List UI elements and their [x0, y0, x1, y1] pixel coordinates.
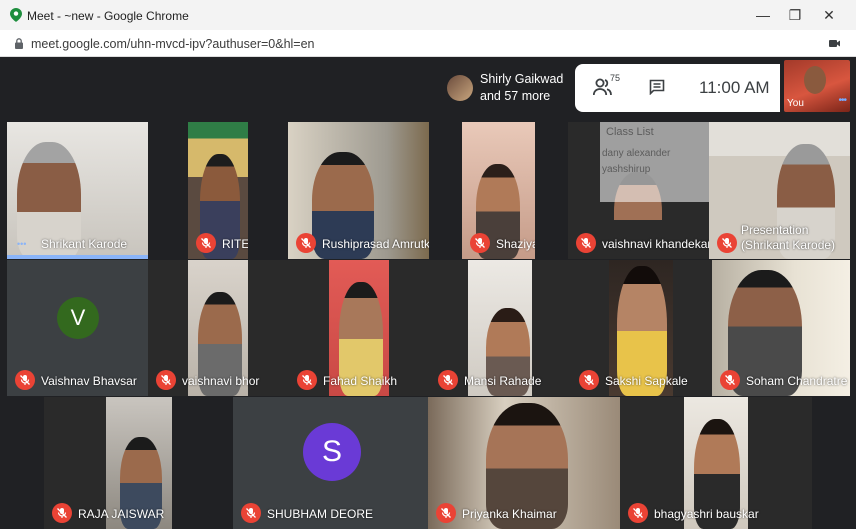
- muted-mic-icon: [15, 370, 35, 390]
- presenter-others: and 57 more: [480, 89, 551, 103]
- speaking-indicator-icon: •••: [17, 239, 27, 249]
- participant-name: bhagyashri bauskar: [654, 507, 759, 521]
- presentation-tile[interactable]: Presentation (Shrikant Karode): [709, 122, 850, 259]
- people-count: 75: [610, 73, 621, 83]
- meet-toolbox: 75 11:00 AM: [575, 64, 780, 112]
- participant-name: RAJA JAISWAR: [78, 507, 165, 521]
- presenter-name: Shirly Gaikwad: [480, 72, 564, 86]
- participant-name: Shrikant Karode: [41, 237, 128, 251]
- participant-name: Fahad Shaikh: [323, 374, 398, 388]
- muted-mic-icon: [436, 503, 456, 523]
- presenter-chip[interactable]: Shirly Gaikwad and 57 more: [444, 64, 574, 112]
- participant-name: vaishnavi khandekar: [602, 237, 709, 251]
- presenter-avatar: [447, 75, 473, 101]
- muted-mic-icon: [156, 370, 176, 390]
- participant-name: Priyanka Khaimar: [462, 507, 557, 521]
- lock-icon: [15, 38, 23, 49]
- participant-tile[interactable]: Priyanka Khaimar: [428, 397, 620, 529]
- participant-tile[interactable]: Shaziya Khan: [462, 122, 535, 259]
- participant-tile[interactable]: V Vaishnav Bhavsar: [7, 260, 148, 396]
- participant-name: Sakshi Sapkale: [605, 374, 688, 388]
- participant-name: Soham Chandratre: [746, 374, 848, 388]
- overlay-line: Class List: [606, 126, 654, 138]
- active-speaker-bar: [7, 255, 148, 259]
- overlay-line: yashshirup: [602, 164, 651, 175]
- muted-mic-icon: [52, 503, 72, 523]
- muted-mic-icon: [628, 503, 648, 523]
- participant-name: Shaziya Khan: [496, 237, 535, 251]
- browser-titlebar: Meet - ~new - Google Chrome — ❐ ✕: [0, 0, 856, 30]
- meet-call-area: Shirly Gaikwad and 57 more 75 11:00 AM Y…: [0, 57, 856, 529]
- minimize-button[interactable]: —: [746, 2, 780, 28]
- participant-tile[interactable]: Mansi Rahade: [430, 260, 571, 396]
- participant-tile[interactable]: ••• Shrikant Karode: [7, 122, 148, 259]
- muted-mic-icon: [717, 233, 737, 253]
- participant-tile[interactable]: RITESH 01 PAWAR: [188, 122, 248, 259]
- participant-tile[interactable]: bhagyashri bauskar: [620, 397, 812, 529]
- participant-tile[interactable]: Class List dany alexander yashshirup vai…: [568, 122, 709, 259]
- address-bar[interactable]: meet.google.com/uhn-mvcd-ipv?authuser=0&…: [0, 30, 856, 57]
- participant-name: Mansi Rahade: [464, 374, 542, 388]
- participant-name: Rushiprasad Amrutkar: [322, 237, 429, 251]
- audio-level-icon: •••: [838, 95, 846, 106]
- muted-mic-icon: [196, 233, 216, 253]
- overlay-line: dany alexander: [602, 148, 671, 159]
- participant-name: vaishnavi bhor: [182, 374, 260, 388]
- muted-mic-icon: [297, 370, 317, 390]
- muted-mic-icon: [720, 370, 740, 390]
- participant-tile[interactable]: Rushiprasad Amrutkar: [288, 122, 429, 259]
- camera-icon[interactable]: [829, 39, 840, 48]
- muted-mic-icon: [579, 370, 599, 390]
- self-view-tile[interactable]: You •••: [784, 60, 850, 112]
- muted-mic-icon: [576, 233, 596, 253]
- participant-name: RITESH 01 PAWAR: [222, 237, 248, 251]
- muted-mic-icon: [241, 503, 261, 523]
- chat-icon[interactable]: [649, 79, 665, 95]
- participant-name: SHUBHAM DEORE: [267, 507, 374, 521]
- participant-tile[interactable]: S SHUBHAM DEORE: [233, 397, 430, 529]
- close-button[interactable]: ✕: [812, 2, 846, 28]
- presentation-overlay: Class List dany alexander yashshirup: [600, 122, 709, 202]
- meet-top-bar: Shirly Gaikwad and 57 more 75 11:00 AM Y…: [0, 57, 856, 119]
- muted-mic-icon: [438, 370, 458, 390]
- window-title: Meet - ~new - Google Chrome: [27, 9, 189, 23]
- avatar-initial: V: [57, 297, 99, 339]
- participant-name: Vaishnav Bhavsar: [41, 374, 137, 388]
- participant-tile[interactable]: Fahad Shaikh: [289, 260, 430, 396]
- self-label: You: [787, 98, 804, 109]
- participant-tile[interactable]: RAJA JAISWAR: [44, 397, 172, 529]
- meeting-clock: 11:00 AM: [699, 78, 770, 97]
- participant-tile[interactable]: Sakshi Sapkale: [571, 260, 712, 396]
- presentation-owner: (Shrikant Karode): [741, 238, 836, 252]
- muted-mic-icon: [296, 233, 316, 253]
- participant-tile[interactable]: vaishnavi bhor: [148, 260, 289, 396]
- avatar-initial: S: [303, 423, 361, 481]
- location-pin-icon: [10, 8, 22, 22]
- restore-button[interactable]: ❐: [778, 2, 812, 28]
- muted-mic-icon: [470, 233, 490, 253]
- url-text[interactable]: meet.google.com/uhn-mvcd-ipv?authuser=0&…: [31, 37, 315, 51]
- presentation-label: Presentation: [741, 223, 809, 237]
- participant-tile[interactable]: Soham Chandratre: [712, 260, 850, 396]
